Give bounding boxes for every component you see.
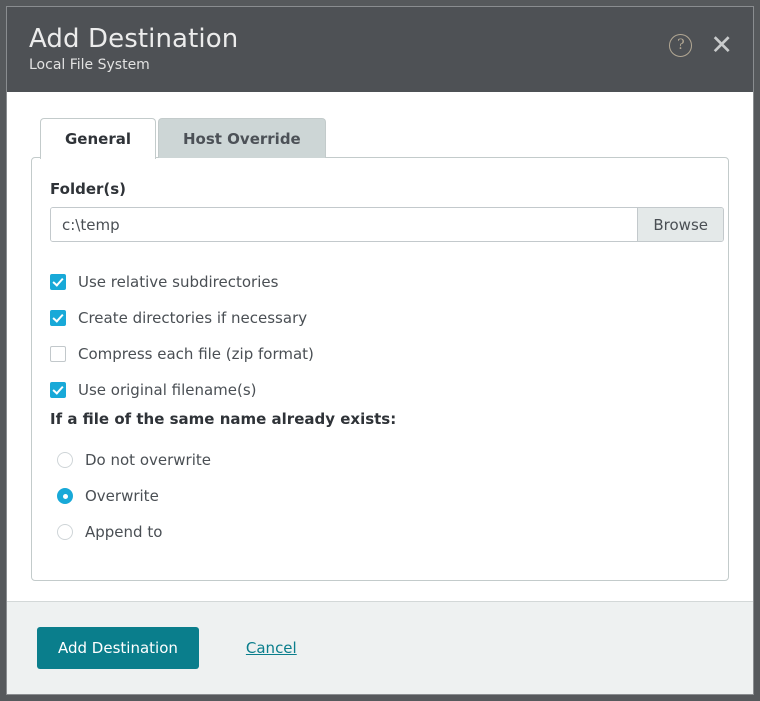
checkbox-compress-each-file[interactable]	[50, 346, 66, 362]
dialog-title: Add Destination	[29, 24, 239, 54]
options-checkbox-list: Use relative subdirectories Create direc…	[50, 264, 708, 408]
overwrite-group-label: If a file of the same name already exist…	[50, 410, 397, 428]
overwrite-radio-group: Do not overwrite Overwrite Append to	[50, 442, 708, 550]
radio-do-not-overwrite[interactable]	[57, 452, 73, 468]
tab-panel-general: Folder(s) Browse Use relative subdirecto…	[31, 157, 729, 581]
dialog-body: General Host Override Folder(s) Browse U…	[7, 92, 753, 601]
tab-bar: General Host Override	[40, 118, 729, 159]
help-icon[interactable]: ?	[669, 33, 693, 57]
checkbox-use-relative-subdirectories[interactable]	[50, 274, 66, 290]
radio-append-to[interactable]	[57, 524, 73, 540]
browse-button[interactable]: Browse	[637, 208, 723, 241]
radio-row-overwrite[interactable]: Overwrite	[50, 478, 708, 514]
radio-label: Overwrite	[85, 487, 159, 505]
checkbox-create-directories-if-necessary[interactable]	[50, 310, 66, 326]
tab-host-override[interactable]: Host Override	[158, 118, 326, 158]
radio-label: Append to	[85, 523, 163, 541]
close-icon[interactable]: ✕	[710, 32, 733, 59]
header-actions: ? ✕	[669, 32, 733, 59]
dialog-footer: Add Destination Cancel	[7, 601, 753, 694]
cancel-link[interactable]: Cancel	[246, 639, 297, 657]
folder-input-group: Browse	[50, 207, 724, 242]
checkbox-row-create-directories-if-necessary[interactable]: Create directories if necessary	[50, 300, 708, 336]
tab-general[interactable]: General	[40, 118, 156, 159]
add-destination-dialog: Add Destination Local File System ? ✕ Ge…	[6, 6, 754, 695]
checkbox-label: Use original filename(s)	[78, 381, 257, 399]
checkbox-row-use-original-filenames[interactable]: Use original filename(s)	[50, 372, 708, 408]
radio-row-append-to[interactable]: Append to	[50, 514, 708, 550]
dialog-subtitle: Local File System	[29, 57, 150, 73]
dialog-header: Add Destination Local File System ? ✕	[7, 7, 753, 92]
checkbox-label: Create directories if necessary	[78, 309, 308, 327]
folder-input[interactable]	[51, 208, 638, 241]
radio-overwrite[interactable]	[57, 488, 73, 504]
folder-field-label: Folder(s)	[50, 180, 127, 198]
checkbox-row-use-relative-subdirectories[interactable]: Use relative subdirectories	[50, 264, 708, 300]
checkbox-label: Compress each file (zip format)	[78, 345, 314, 363]
radio-row-do-not-overwrite[interactable]: Do not overwrite	[50, 442, 708, 478]
checkbox-use-original-filenames[interactable]	[50, 382, 66, 398]
checkbox-label: Use relative subdirectories	[78, 273, 279, 291]
add-destination-button[interactable]: Add Destination	[37, 627, 199, 669]
radio-label: Do not overwrite	[85, 451, 211, 469]
checkbox-row-compress-each-file[interactable]: Compress each file (zip format)	[50, 336, 708, 372]
